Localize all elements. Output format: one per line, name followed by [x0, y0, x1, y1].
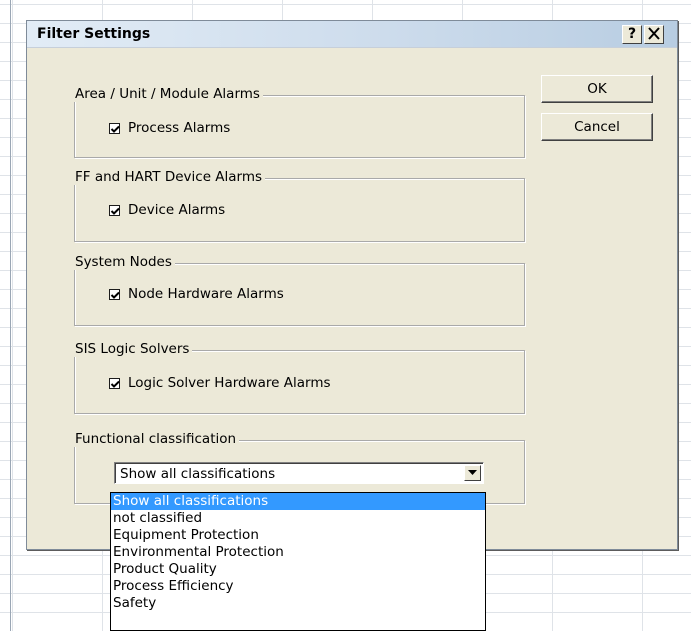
- group-area-unit-module-alarms: Area / Unit / Module Alarms Process Alar…: [73, 86, 525, 158]
- checkbox-label: Device Alarms: [128, 202, 226, 218]
- device-alarms-checkbox-row[interactable]: Device Alarms: [109, 202, 225, 218]
- checkmark-icon: [110, 207, 120, 215]
- help-button[interactable]: ?: [622, 25, 642, 44]
- dropdown-option-environmental-protection[interactable]: Environmental Protection: [111, 544, 485, 561]
- dialog-title: Filter Settings: [37, 26, 151, 42]
- background-edge: [10, 0, 11, 631]
- process-alarms-checkbox[interactable]: [109, 122, 120, 134]
- dropdown-option-show-all[interactable]: Show all classifications: [111, 493, 485, 510]
- group-label: Functional classification: [73, 431, 240, 447]
- select-value: Show all classifications: [120, 466, 276, 482]
- group-label: FF and HART Device Alarms: [73, 169, 266, 185]
- device-alarms-checkbox[interactable]: [109, 204, 120, 216]
- group-label: SIS Logic Solvers: [73, 341, 193, 357]
- ok-button[interactable]: OK: [541, 75, 653, 103]
- dropdown-option-process-efficiency[interactable]: Process Efficiency: [111, 578, 485, 595]
- dropdown-arrow-button[interactable]: [464, 465, 481, 481]
- dropdown-option-safety[interactable]: Safety: [111, 595, 485, 612]
- filter-settings-dialog: Filter Settings ? Area / Unit / Module A…: [26, 20, 678, 550]
- group-label: System Nodes: [73, 254, 175, 270]
- group-label: Area / Unit / Module Alarms: [73, 86, 263, 102]
- chevron-down-icon: [468, 470, 477, 475]
- group-ff-hart-device-alarms: FF and HART Device Alarms Device Alarms: [73, 169, 525, 242]
- node-hardware-alarms-checkbox[interactable]: [109, 288, 120, 300]
- classification-dropdown-list: Show all classifications not classified …: [110, 492, 486, 631]
- process-alarms-checkbox-row[interactable]: Process Alarms: [109, 120, 230, 136]
- checkbox-label: Node Hardware Alarms: [128, 286, 284, 302]
- cancel-button[interactable]: Cancel: [541, 113, 653, 141]
- dropdown-option-equipment-protection[interactable]: Equipment Protection: [111, 527, 485, 544]
- close-icon: [648, 27, 660, 40]
- dropdown-option-not-classified[interactable]: not classified: [111, 510, 485, 527]
- logic-solver-hardware-alarms-checkbox-row[interactable]: Logic Solver Hardware Alarms: [109, 375, 331, 391]
- checkbox-label: Logic Solver Hardware Alarms: [128, 375, 331, 391]
- checkmark-icon: [110, 125, 120, 133]
- dropdown-option-product-quality[interactable]: Product Quality: [111, 561, 485, 578]
- group-sis-logic-solvers: SIS Logic Solvers Logic Solver Hardware …: [73, 341, 525, 414]
- dialog-titlebar[interactable]: Filter Settings ?: [27, 21, 677, 48]
- checkmark-icon: [110, 291, 120, 299]
- checkbox-label: Process Alarms: [128, 120, 231, 136]
- logic-solver-hardware-alarms-checkbox[interactable]: [109, 377, 120, 389]
- classification-select[interactable]: Show all classifications: [114, 462, 484, 484]
- close-button[interactable]: [644, 25, 664, 44]
- checkmark-icon: [110, 380, 120, 388]
- group-system-nodes: System Nodes Node Hardware Alarms: [73, 254, 525, 326]
- node-hardware-alarms-checkbox-row[interactable]: Node Hardware Alarms: [109, 286, 284, 302]
